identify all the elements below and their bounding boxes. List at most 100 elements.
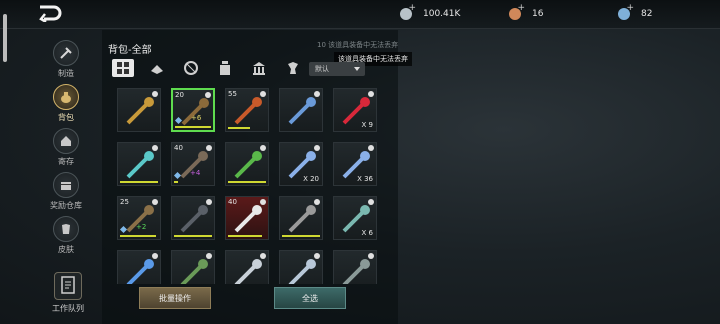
lock-icon (152, 253, 158, 259)
inventory-slot-crystal-spear[interactable] (279, 88, 323, 132)
material-filter-icon[interactable] (146, 59, 168, 77)
inventory-slot-dark-axe[interactable] (279, 196, 323, 240)
gold-coin-icon: + (509, 3, 525, 20)
inventory-slot-crystal-shield[interactable]: X 6 (333, 196, 377, 240)
lock-icon (206, 253, 212, 259)
inventory-slot-pickaxe[interactable] (333, 250, 377, 284)
durability-bar (282, 235, 320, 237)
lock-icon (260, 145, 266, 151)
filter-tabs (112, 59, 316, 77)
lock-icon (260, 253, 266, 259)
lock-icon (314, 91, 320, 97)
inventory-slot-dark-bow[interactable] (171, 196, 215, 240)
sidebar-label: 奖励仓库 (50, 201, 82, 210)
lock-icon (205, 92, 211, 98)
item-enhance: +2 (136, 223, 147, 231)
durability-bar (120, 235, 156, 237)
sidebar-item-bag[interactable]: 背包 (40, 84, 92, 123)
durability-bar (120, 181, 158, 183)
work-queue-button[interactable]: 工作队列 (44, 272, 92, 314)
silver-coin-icon: + (400, 3, 416, 20)
chest-icon (53, 172, 79, 198)
silver-value: 100.41K (423, 9, 461, 19)
lock-icon (260, 91, 266, 97)
lock-icon (152, 91, 158, 97)
lock-icon (368, 145, 374, 151)
lock-icon (368, 91, 374, 97)
lock-icon (314, 253, 320, 259)
batch-operation-button[interactable]: 批量操作 (139, 287, 211, 309)
hammer-icon (53, 40, 79, 66)
inventory-slot-stone-ball[interactable] (279, 250, 323, 284)
lock-icon (314, 145, 320, 151)
item-level: 55 (228, 90, 237, 98)
silver-currency[interactable]: + 100.41K (400, 3, 461, 22)
lock-icon (368, 253, 374, 259)
inventory-slot-ice-crystal[interactable] (117, 250, 161, 284)
gem-coin-icon: + (618, 3, 634, 20)
inventory-slot-crystal-bolt[interactable]: X 20 (279, 142, 323, 186)
back-icon[interactable] (36, 4, 64, 22)
item-enhance: +4 (190, 169, 201, 177)
inventory-slot-staff[interactable]: 20 +6 (171, 88, 215, 132)
sort-label: 默认 (315, 65, 329, 73)
inventory-slot-ice-spear[interactable] (117, 142, 161, 186)
inventory-slot-crystal-arrow[interactable]: X 36 (333, 142, 377, 186)
item-level: 20 (175, 91, 184, 99)
inventory-slot-spear[interactable]: 25 +2 (117, 196, 161, 240)
item-count: X 36 (357, 175, 373, 183)
potion-filter-icon[interactable] (214, 59, 236, 77)
item-level: 40 (228, 198, 237, 206)
inventory-slot-red-dust[interactable]: X 9 (333, 88, 377, 132)
sidebar-label: 制造 (58, 69, 74, 78)
house-icon (53, 128, 79, 154)
inventory-slot-bow[interactable]: 40 +4 (171, 142, 215, 186)
lock-icon (260, 199, 266, 205)
select-all-button[interactable]: 全选 (274, 287, 346, 309)
lock-icon (206, 145, 212, 151)
lock-icon (152, 199, 158, 205)
durability-bar (228, 127, 250, 129)
inventory-slot-fire-staff[interactable]: 55 (225, 88, 269, 132)
work-queue-label: 工作队列 (52, 304, 84, 313)
lock-icon (314, 199, 320, 205)
building-filter-icon[interactable] (248, 59, 270, 77)
durability-bar (228, 181, 266, 183)
all-filter-icon[interactable] (112, 59, 134, 77)
inventory-slot-crossed-hammer[interactable]: 40 (225, 196, 269, 240)
chevron-down-icon (354, 67, 360, 71)
durability-bar (174, 181, 178, 183)
gem-value: 82 (641, 9, 653, 19)
orb-filter-icon[interactable] (180, 59, 202, 77)
pet-filter-icon[interactable] (282, 59, 304, 77)
inventory-slot-green-potion[interactable] (225, 142, 269, 186)
sidebar-label: 背包 (58, 113, 74, 122)
sidebar-label: 寄存 (58, 157, 74, 166)
item-count: X 9 (361, 121, 373, 129)
item-level: 25 (120, 198, 129, 206)
sidebar-item-storage[interactable]: 寄存 (40, 128, 92, 167)
sidebar-item-skin[interactable]: 皮肤 (40, 216, 92, 255)
lock-icon (152, 145, 158, 151)
sidebar-label: 皮肤 (58, 245, 74, 254)
sidebar-item-reward-warehouse[interactable]: 奖励仓库 (40, 172, 92, 211)
bag-icon (53, 84, 79, 110)
item-count: X 20 (303, 175, 319, 183)
durability-bar (175, 126, 211, 128)
inventory-slot-helmet[interactable] (171, 250, 215, 284)
durability-bar (228, 235, 262, 237)
armor-icon (53, 216, 79, 242)
sort-dropdown[interactable]: 默认 (309, 62, 365, 76)
item-level: 40 (174, 144, 183, 152)
gold-currency[interactable]: + 16 (509, 3, 543, 22)
item-enhance: +6 (191, 114, 202, 122)
inventory-slot-silver-axe[interactable] (225, 250, 269, 284)
screen-edge-handle (3, 14, 7, 62)
faded-hint: 10 该道具装备中无法丢弃 (317, 40, 398, 50)
lock-icon (206, 199, 212, 205)
inventory-slot-shield-amulet[interactable] (117, 88, 161, 132)
lock-icon (368, 199, 374, 205)
sidebar-item-craft[interactable]: 制造 (40, 40, 92, 79)
gem-currency[interactable]: + 82 (618, 3, 653, 22)
inventory-grid: 20 +6 55 X 9 40 +4 X 20 X 36 25 +2 40 X 6 (117, 88, 381, 284)
